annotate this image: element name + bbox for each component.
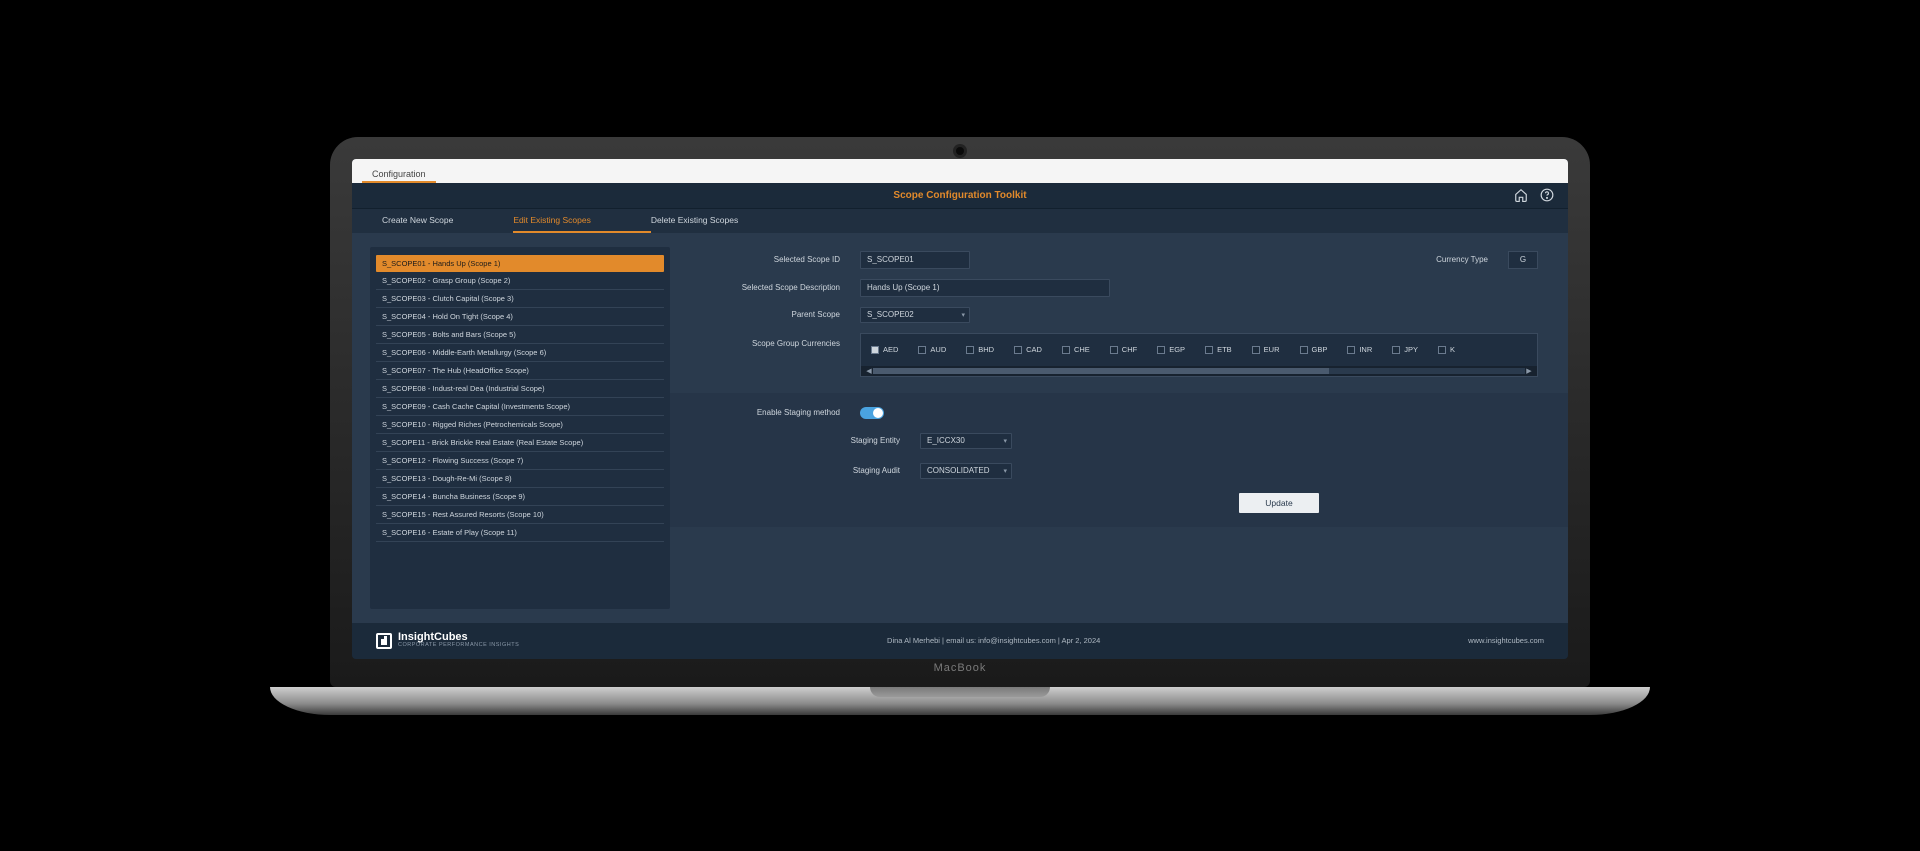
currency-checkbox[interactable]: ETB (1205, 345, 1232, 354)
help-icon[interactable] (1540, 188, 1554, 202)
logo-mark-icon (376, 633, 392, 649)
scope-row[interactable]: S_SCOPE11 - Brick Brickle Real Estate (R… (376, 434, 664, 452)
workarea: S_SCOPE01 - Hands Up (Scope 1)S_SCOPE02 … (352, 233, 1568, 623)
select-parent-scope[interactable]: S_SCOPE02 (860, 307, 970, 323)
select-staging-entity[interactable]: E_ICCX30 (920, 433, 1012, 449)
scope-row[interactable]: S_SCOPE06 - Middle-Earth Metallurgy (Sco… (376, 344, 664, 362)
brand-tagline: Corporate Performance Insights (398, 643, 519, 649)
input-selected-id[interactable] (860, 251, 970, 269)
currency-checkbox[interactable]: EGP (1157, 345, 1185, 354)
scope-row[interactable]: S_SCOPE12 - Flowing Success (Scope 7) (376, 452, 664, 470)
action-create-scope[interactable]: Create New Scope (382, 209, 513, 233)
label-parent-scope: Parent Scope (700, 310, 840, 319)
label-enable-staging: Enable Staging method (700, 408, 840, 417)
scope-row[interactable]: S_SCOPE01 - Hands Up (Scope 1) (376, 255, 664, 272)
label-group-currencies: Scope Group Currencies (700, 333, 840, 348)
scope-list: S_SCOPE01 - Hands Up (Scope 1)S_SCOPE02 … (370, 247, 670, 609)
currencies-panel: AED AUD BHD CAD CHE CHF EGP ETB EUR GBP INR JPY K ◀ … (860, 333, 1538, 377)
scope-row[interactable]: S_SCOPE03 - Clutch Capital (Scope 3) (376, 290, 664, 308)
scope-row[interactable]: S_SCOPE07 - The Hub (HeadOffice Scope) (376, 362, 664, 380)
input-selected-desc[interactable] (860, 279, 1110, 297)
action-delete-scopes[interactable]: Delete Existing Scopes (651, 209, 798, 233)
titlebar: Scope Configuration Toolkit (352, 183, 1568, 209)
scope-row[interactable]: S_SCOPE15 - Rest Assured Resorts (Scope … (376, 506, 664, 524)
device-brand: MacBook (934, 662, 987, 674)
currency-checkbox[interactable]: INR (1347, 345, 1372, 354)
top-tabbar: Configuration (352, 159, 1568, 183)
screen-bezel: Configuration Scope Configuration Toolki… (330, 137, 1590, 687)
scope-row[interactable]: S_SCOPE09 - Cash Cache Capital (Investme… (376, 398, 664, 416)
currency-checkbox[interactable]: AUD (918, 345, 946, 354)
footer-url[interactable]: www.insightcubes.com (1468, 636, 1544, 645)
currency-checkbox[interactable]: AED (871, 345, 898, 354)
home-icon[interactable] (1514, 188, 1528, 202)
staging-section: Enable Staging method Staging Entity E_I… (670, 393, 1568, 527)
scroll-left-icon[interactable]: ◀ (865, 367, 873, 375)
laptop-base (270, 687, 1650, 715)
scope-row[interactable]: S_SCOPE10 - Rigged Riches (Petrochemical… (376, 416, 664, 434)
camera-dot (956, 147, 964, 155)
currency-checkbox[interactable]: CAD (1014, 345, 1042, 354)
action-edit-scopes[interactable]: Edit Existing Scopes (513, 209, 650, 233)
currency-checkbox[interactable]: EUR (1252, 345, 1280, 354)
currency-checkbox[interactable]: K (1438, 345, 1455, 354)
select-staging-audit[interactable]: CONSOLIDATED (920, 463, 1012, 479)
laptop-frame: Configuration Scope Configuration Toolki… (330, 137, 1590, 715)
action-bar: Create New Scope Edit Existing Scopes De… (352, 209, 1568, 233)
currency-checkbox[interactable]: BHD (966, 345, 994, 354)
scope-row[interactable]: S_SCOPE16 - Estate of Play (Scope 11) (376, 524, 664, 542)
label-selected-desc: Selected Scope Description (700, 283, 840, 292)
tab-configuration[interactable]: Configuration (362, 165, 436, 183)
currency-checkbox[interactable]: GBP (1300, 345, 1328, 354)
update-button[interactable]: Update (1239, 493, 1318, 513)
label-staging-entity: Staging Entity (820, 436, 900, 445)
scope-row[interactable]: S_SCOPE13 - Dough-Re-Mi (Scope 8) (376, 470, 664, 488)
currencies-scrollbar[interactable]: ◀ ▶ (861, 366, 1537, 376)
currency-type-box[interactable]: G (1508, 251, 1538, 269)
footer: InsightCubes Corporate Performance Insig… (352, 623, 1568, 659)
scope-row[interactable]: S_SCOPE14 - Buncha Business (Scope 9) (376, 488, 664, 506)
label-staging-audit: Staging Audit (820, 466, 900, 475)
scope-row[interactable]: S_SCOPE08 - Indust-real Dea (Industrial … (376, 380, 664, 398)
scope-row[interactable]: S_SCOPE04 - Hold On Tight (Scope 4) (376, 308, 664, 326)
currency-checkbox[interactable]: CHF (1110, 345, 1137, 354)
label-currency-type: Currency Type (1436, 255, 1488, 264)
currency-checkbox[interactable]: JPY (1392, 345, 1418, 354)
label-selected-id: Selected Scope ID (700, 255, 840, 264)
scroll-right-icon[interactable]: ▶ (1525, 367, 1533, 375)
app-screen: Configuration Scope Configuration Toolki… (352, 159, 1568, 659)
currency-checkbox[interactable]: CHE (1062, 345, 1090, 354)
toggle-enable-staging[interactable] (860, 407, 884, 419)
scope-row[interactable]: S_SCOPE02 - Grasp Group (Scope 2) (376, 272, 664, 290)
scope-row[interactable]: S_SCOPE05 - Bolts and Bars (Scope 5) (376, 326, 664, 344)
page-title: Scope Configuration Toolkit (893, 190, 1026, 201)
edit-form: Selected Scope ID Currency Type G Select… (670, 233, 1568, 623)
brand-logo: InsightCubes Corporate Performance Insig… (376, 632, 519, 649)
footer-center-text: Dina Al Merhebi | email us: info@insight… (887, 636, 1100, 645)
